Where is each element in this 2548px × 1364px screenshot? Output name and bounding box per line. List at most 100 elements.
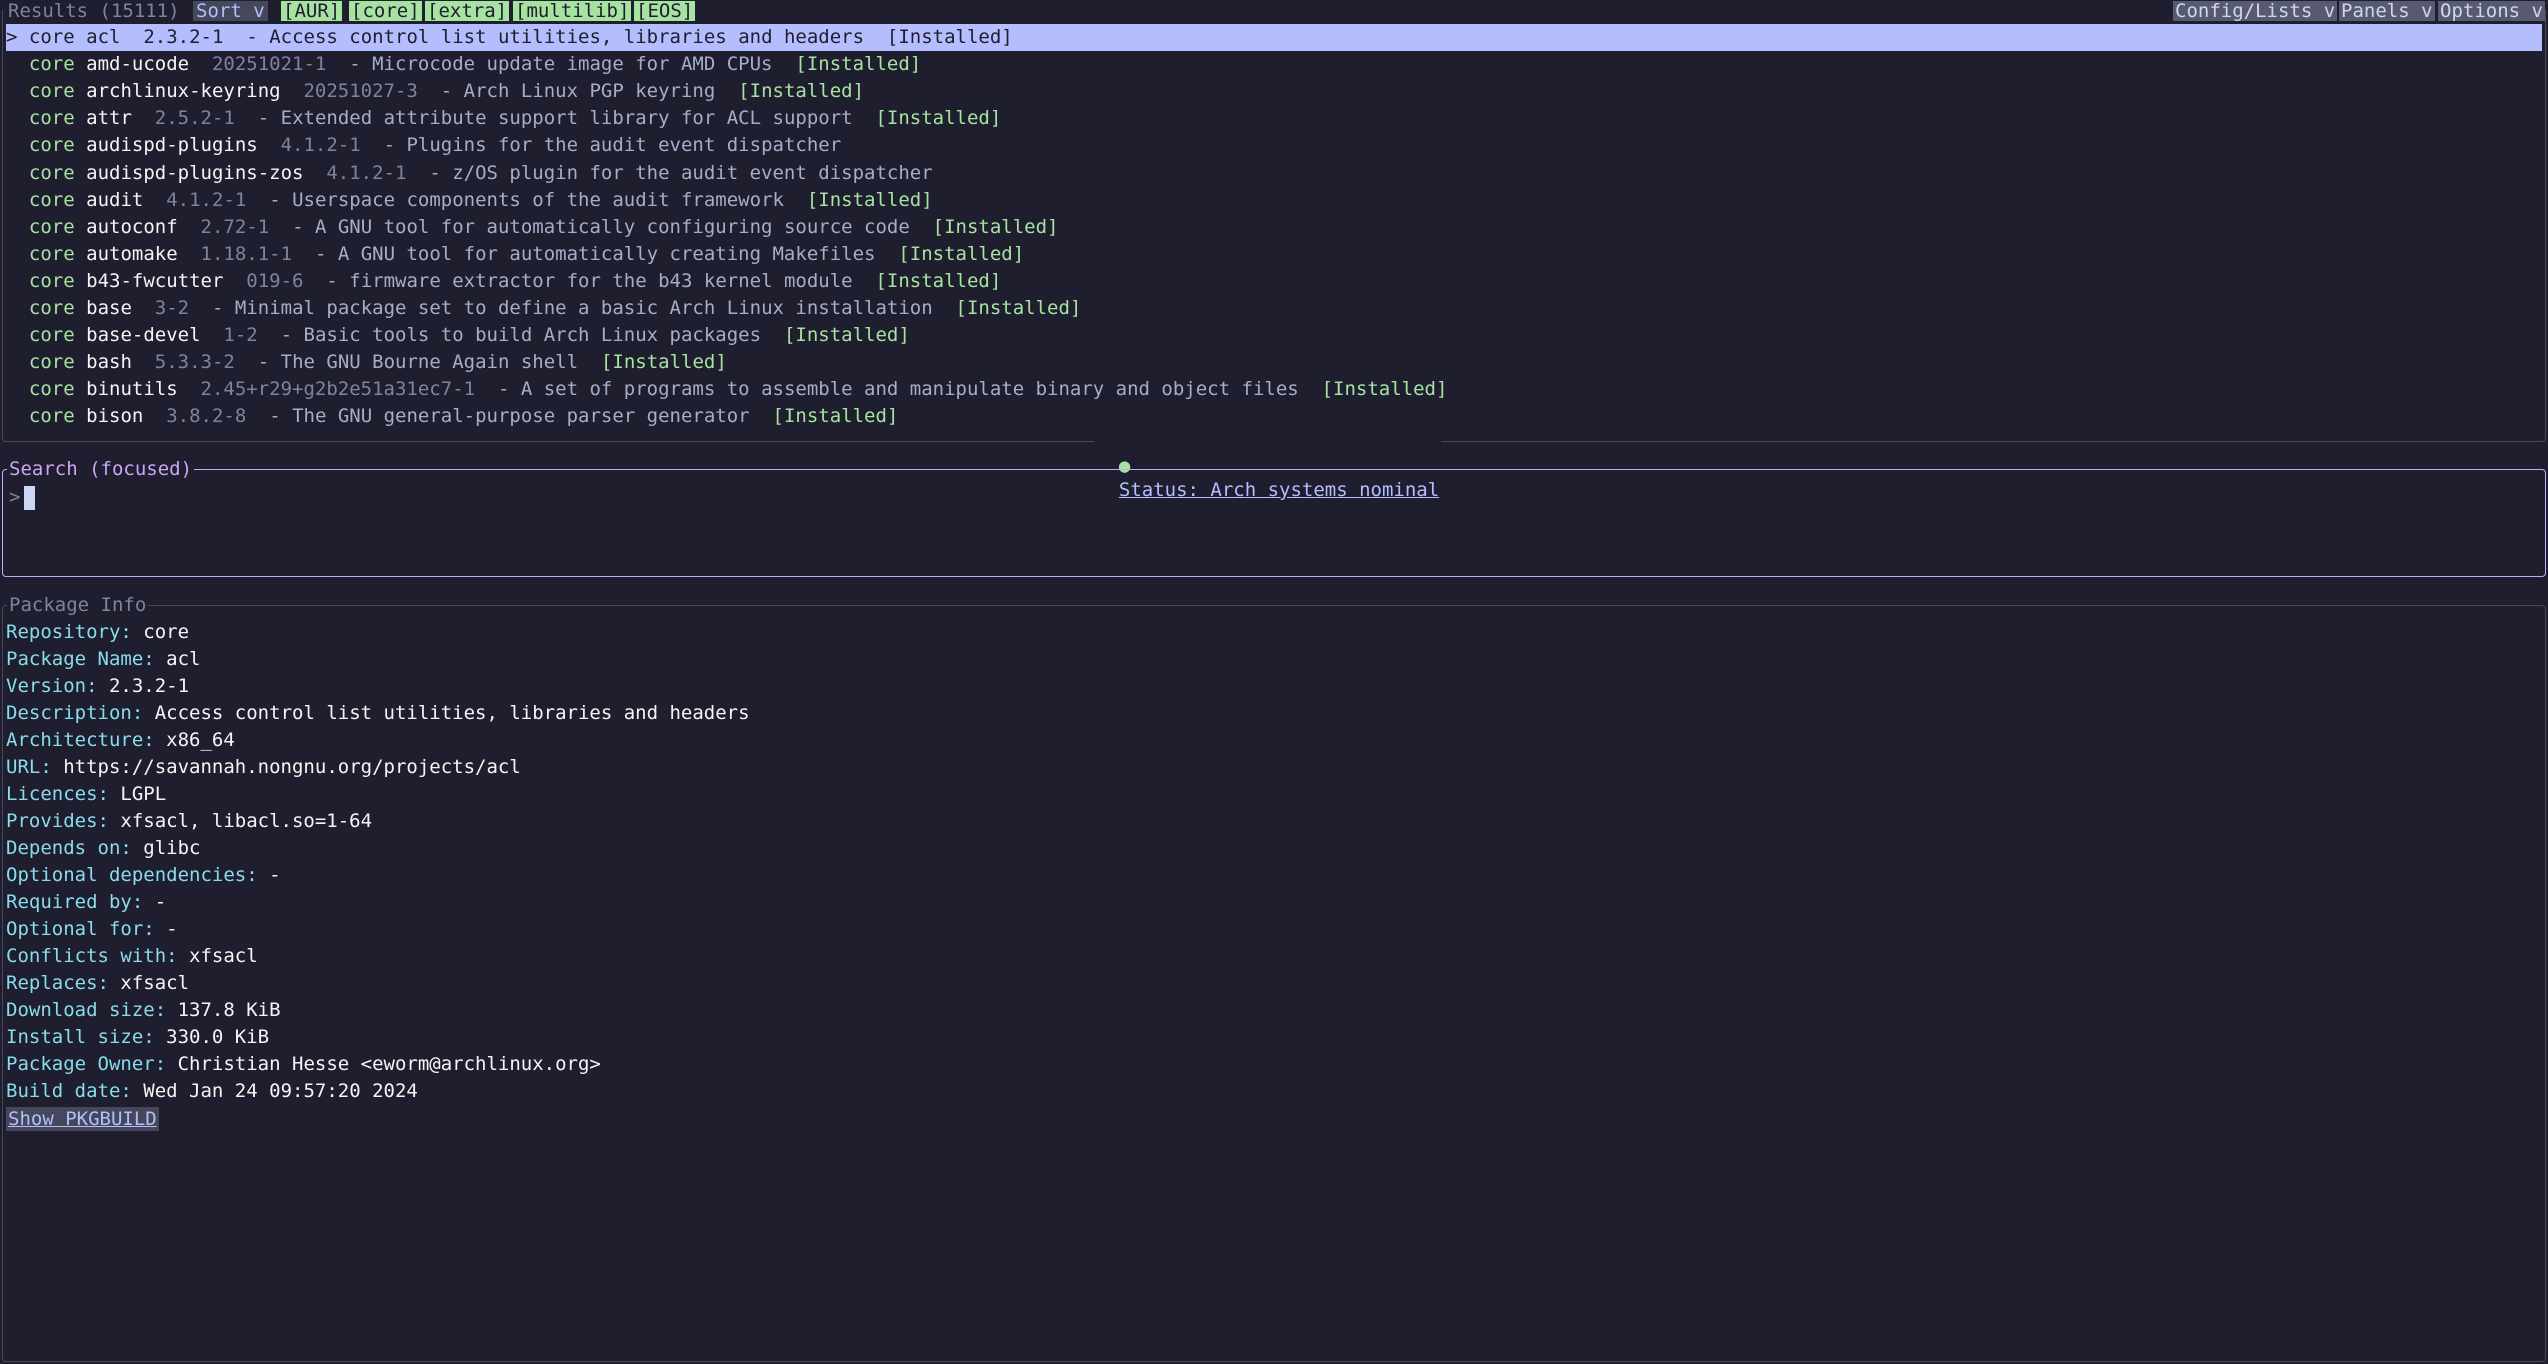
result-row[interactable]: core amd-ucode 20251021-1 - Microcode up… [6, 51, 2542, 78]
search-prompt: > [9, 486, 21, 508]
info-field-label: Depends on: [6, 837, 132, 859]
result-row[interactable]: > core acl 2.3.2-1 - Access control list… [6, 24, 2542, 51]
row-cursor [6, 324, 17, 346]
filter-core-toggle[interactable]: [core] [349, 1, 422, 21]
result-row[interactable]: core attr 2.5.2-1 - Extended attribute s… [6, 105, 2542, 132]
row-description: - A GNU tool for automatically configuri… [292, 215, 910, 238]
row-description: - Extended attribute support library for… [257, 107, 853, 130]
row-version: 2.72-1 [200, 215, 270, 238]
row-cursor [6, 378, 17, 400]
result-row[interactable]: core autoconf 2.72-1 - A GNU tool for au… [6, 214, 2542, 241]
row-package-name: attr [86, 107, 132, 130]
result-row[interactable]: core base-devel 1-2 - Basic tools to bui… [6, 322, 2542, 349]
row-package-name: audispd-plugins-zos [86, 161, 304, 184]
config-lists-menu-button[interactable]: Config/Lists v [2173, 1, 2338, 21]
row-repo: core [28, 107, 75, 130]
info-field-label: Optional for: [6, 918, 155, 940]
row-version: 5.3.3-2 [154, 351, 235, 374]
result-row[interactable]: core bison 3.8.2-8 - The GNU general-pur… [6, 403, 2542, 430]
info-field-value: xfsacl [189, 945, 258, 967]
row-repo: core [28, 188, 75, 211]
info-field-value: - [166, 918, 178, 940]
installed-badge: [Installed] [898, 242, 1025, 265]
row-cursor [6, 162, 17, 184]
info-field: Description: Access control list utiliti… [6, 700, 750, 727]
info-field: Version: 2.3.2-1 [6, 673, 189, 700]
result-row[interactable]: core binutils 2.45+r29+g2b2e51a31ec7-1 -… [6, 376, 2542, 403]
info-field: Licences: LGPL [6, 781, 166, 808]
info-field: Conflicts with: xfsacl [6, 943, 258, 970]
row-cursor [6, 134, 17, 156]
row-repo: core [28, 297, 75, 319]
installed-badge: [Installed] [875, 269, 1002, 292]
result-row[interactable]: core automake 1.18.1-1 - A GNU tool for … [6, 241, 2542, 268]
info-field-label: Package Name: [6, 648, 155, 670]
search-panel[interactable]: Search (focused) > [2, 457, 2546, 577]
row-version: 1.18.1-1 [200, 242, 293, 265]
result-row[interactable]: core audispd-plugins 4.1.2-1 - Plugins f… [6, 132, 2542, 159]
result-row[interactable]: core b43-fwcutter 019-6 - firmware extra… [6, 268, 2542, 295]
row-package-name: bison [86, 405, 144, 428]
row-description: - Plugins for the audit event dispatcher [383, 134, 842, 157]
installed-badge: [Installed] [783, 324, 910, 347]
row-description: - Arch Linux PGP keyring [440, 80, 716, 103]
info-field-value: LGPL [120, 783, 167, 805]
panels-menu-button[interactable]: Panels v [2339, 1, 2435, 21]
row-description: - firmware extractor for the b43 kernel … [326, 269, 853, 292]
row-package-name: b43-fwcutter [86, 269, 224, 292]
result-row[interactable]: core base 3-2 - Minimal package set to d… [6, 295, 2542, 322]
installed-badge: [Installed] [795, 53, 922, 76]
result-row[interactable]: core bash 5.3.3-2 - The GNU Bourne Again… [6, 349, 2542, 376]
row-cursor [6, 53, 17, 75]
row-package-name: autoconf [86, 215, 178, 238]
filter-eos-toggle[interactable]: [EOS] [634, 1, 696, 21]
installed-badge: [Installed] [932, 215, 1059, 238]
info-field-label: Version: [6, 675, 98, 697]
row-cursor [6, 80, 17, 102]
info-field-value: 330.0 KiB [166, 1026, 270, 1048]
info-field-value: xfsacl, libacl.so=1-64 [120, 810, 373, 832]
info-field-label: Download size: [6, 999, 167, 1021]
info-field: Download size: 137.8 KiB [6, 997, 281, 1024]
info-field: Replaces: xfsacl [6, 970, 189, 997]
info-field: Provides: xfsacl, libacl.so=1-64 [6, 808, 372, 835]
row-package-name: binutils [86, 378, 178, 401]
info-field: Package Name: acl [6, 646, 201, 673]
row-version: 2.5.2-1 [154, 107, 235, 130]
row-version: 2.45+r29+g2b2e51a31ec7-1 [200, 378, 476, 401]
info-field-value: 137.8 KiB [177, 999, 281, 1021]
show-pkgbuild-link[interactable]: Show PKGBUILD [6, 1107, 159, 1131]
results-header: Results (15111) Sort v [AUR] [core] [ext… [0, 0, 2548, 22]
row-repo: core [28, 405, 75, 428]
options-menu-button[interactable]: Options v [2438, 1, 2545, 21]
filter-multilib-toggle[interactable]: [multilib] [513, 1, 632, 21]
row-version: 4.1.2-1 [326, 161, 407, 184]
result-row[interactable]: core audispd-plugins-zos 4.1.2-1 - z/OS … [6, 160, 2542, 187]
row-description: - Minimal package set to define a basic … [212, 297, 933, 319]
info-field-label: Optional dependencies: [6, 864, 258, 886]
info-field-value: 2.3.2-1 [108, 675, 190, 697]
row-description: - Basic tools to build Arch Linux packag… [280, 324, 762, 347]
row-version: 1-2 [223, 324, 258, 347]
row-repo: core [28, 351, 75, 374]
row-description: - A set of programs to assemble and mani… [497, 378, 1299, 401]
row-version: 3.8.2-8 [166, 405, 247, 428]
search-input[interactable]: > [9, 484, 36, 510]
row-package-name: base [86, 297, 132, 319]
filter-aur-toggle[interactable]: [AUR] [281, 1, 343, 21]
info-field-value: https://savannah.nongnu.org/projects/acl [63, 756, 521, 778]
row-cursor [6, 270, 17, 292]
result-row[interactable]: core audit 4.1.2-1 - Userspace component… [6, 187, 2542, 214]
installed-badge: [Installed] [806, 188, 933, 211]
result-row[interactable]: core archlinux-keyring 20251027-3 - Arch… [6, 78, 2542, 105]
filter-extra-toggle[interactable]: [extra] [425, 1, 510, 21]
info-field-value: - [154, 891, 167, 913]
row-package-name: automake [86, 242, 178, 265]
row-package-name: base-devel [86, 324, 201, 347]
row-package-name: archlinux-keyring [86, 80, 281, 103]
row-cursor [6, 189, 17, 211]
installed-badge: [Installed] [886, 26, 1013, 48]
sort-menu-button[interactable]: Sort v [193, 1, 268, 21]
row-package-name: audispd-plugins [86, 134, 258, 157]
row-description: - A GNU tool for automatically creating … [314, 242, 876, 265]
